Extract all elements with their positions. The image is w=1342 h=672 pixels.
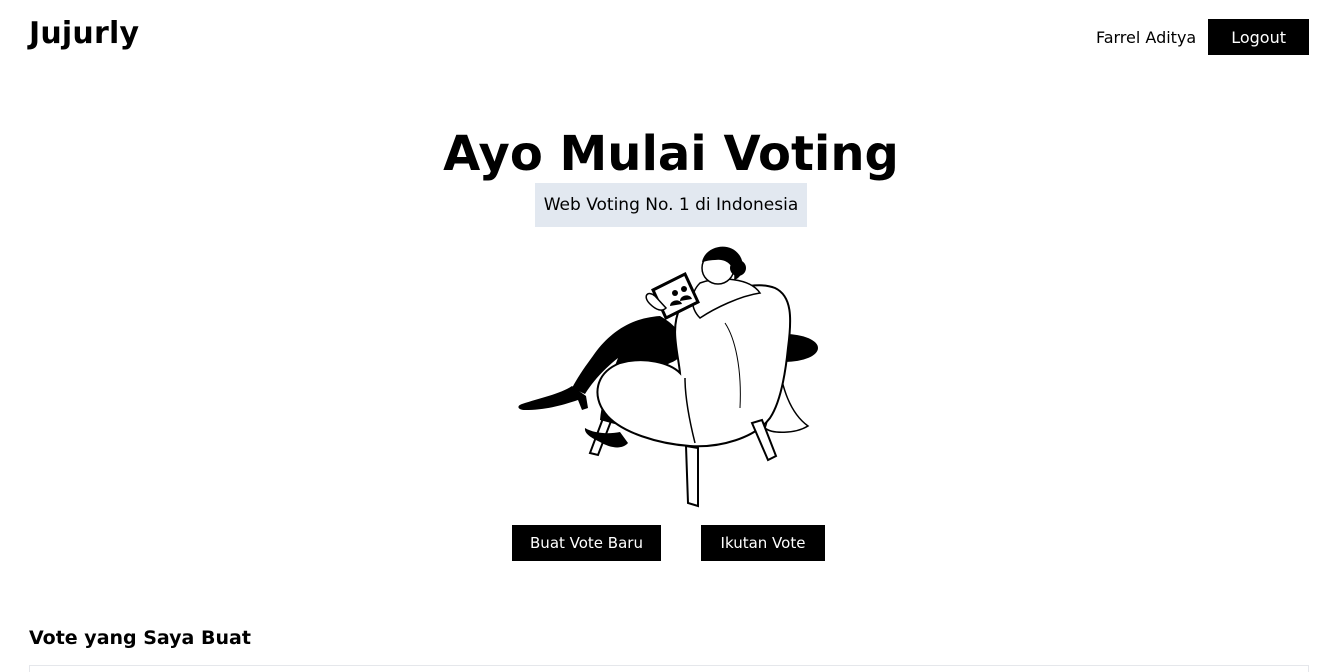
create-vote-button[interactable]: Buat Vote Baru xyxy=(512,525,661,561)
woman-on-armchair-illustration xyxy=(518,246,818,508)
my-votes-section-title: Vote yang Saya Buat xyxy=(29,627,251,649)
nav-user-area: Farrel Aditya Logout xyxy=(1096,19,1309,55)
tablet-figure-1 xyxy=(672,290,678,296)
hair-bun xyxy=(730,260,746,276)
navbar: Jujurly Farrel Aditya Logout xyxy=(0,0,1342,74)
my-votes-table-container xyxy=(29,665,1309,672)
tagline: Web Voting No. 1 di Indonesia xyxy=(534,183,808,227)
tablet-figure-2 xyxy=(681,286,687,292)
tagline-wrapper: Web Voting No. 1 di Indonesia xyxy=(0,183,1342,227)
brand-logo[interactable]: Jujurly xyxy=(29,16,139,51)
username: Farrel Aditya xyxy=(1095,27,1197,47)
page: Jujurly Farrel Aditya Logout Ayo Mulai V… xyxy=(0,0,1342,672)
logout-button[interactable]: Logout xyxy=(1208,19,1309,55)
chair-leg-front xyxy=(684,444,699,508)
join-vote-button[interactable]: Ikutan Vote xyxy=(701,525,825,561)
hero-title: Ayo Mulai Voting xyxy=(443,126,899,182)
